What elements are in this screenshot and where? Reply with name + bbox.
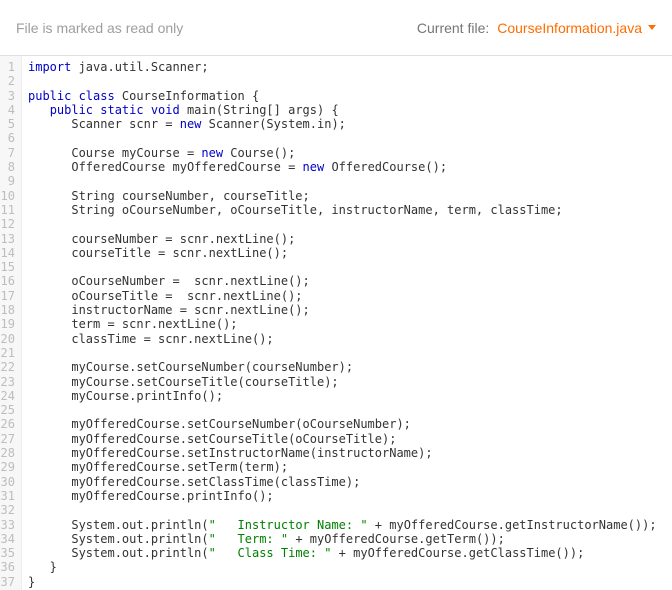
current-file-label: Current file:	[417, 20, 489, 36]
code-line	[28, 403, 657, 417]
line-number: 13	[0, 232, 15, 246]
line-number: 5	[0, 117, 15, 131]
code-line: myOfferedCourse.setTerm(term);	[28, 460, 657, 474]
line-number: 22	[0, 360, 15, 374]
code-line: Scanner scnr = new Scanner(System.in);	[28, 117, 657, 131]
code-line: myOfferedCourse.setCourseTitle(oCourseTi…	[28, 432, 657, 446]
line-number: 33	[0, 518, 15, 532]
line-number: 21	[0, 346, 15, 360]
code-line	[28, 503, 657, 517]
code-line: oCourseTitle = scnr.nextLine();	[28, 289, 657, 303]
code-line	[28, 74, 657, 88]
editor-header: File is marked as read only Current file…	[0, 0, 672, 56]
line-number: 11	[0, 203, 15, 217]
line-number: 2	[0, 74, 15, 88]
code-line: courseNumber = scnr.nextLine();	[28, 232, 657, 246]
line-number: 29	[0, 460, 15, 474]
code-line: courseTitle = scnr.nextLine();	[28, 246, 657, 260]
line-number: 8	[0, 160, 15, 174]
current-file-dropdown[interactable]: CourseInformation.java	[497, 20, 656, 36]
chevron-down-icon	[648, 25, 656, 30]
line-number: 24	[0, 389, 15, 403]
code-line: classTime = scnr.nextLine();	[28, 332, 657, 346]
code-line: myOfferedCourse.printInfo();	[28, 489, 657, 503]
code-line: System.out.println(" Class Time: " + myO…	[28, 546, 657, 560]
code-line: myOfferedCourse.setCourseNumber(oCourseN…	[28, 417, 657, 431]
line-number: 28	[0, 446, 15, 460]
line-number: 1	[0, 60, 15, 74]
code-line: instructorName = scnr.nextLine();	[28, 303, 657, 317]
line-number: 25	[0, 403, 15, 417]
line-number-gutter: 1234567891011121314151617181920212223242…	[0, 56, 22, 590]
line-number: 23	[0, 375, 15, 389]
line-number: 31	[0, 489, 15, 503]
code-line: }	[28, 560, 657, 574]
code-line: myOfferedCourse.setInstructorName(instru…	[28, 446, 657, 460]
code-line: OfferedCourse myOfferedCourse = new Offe…	[28, 160, 657, 174]
code-line: public class CourseInformation {	[28, 89, 657, 103]
line-number: 4	[0, 103, 15, 117]
line-number: 30	[0, 475, 15, 489]
line-number: 18	[0, 303, 15, 317]
line-number: 37	[0, 575, 15, 589]
code-line: myOfferedCourse.setClassTime(classTime);	[28, 475, 657, 489]
line-number: 19	[0, 317, 15, 331]
line-number: 12	[0, 217, 15, 231]
line-number: 17	[0, 289, 15, 303]
line-number: 14	[0, 246, 15, 260]
code-line	[28, 174, 657, 188]
line-number: 9	[0, 174, 15, 188]
code-line	[28, 260, 657, 274]
current-file-section: Current file: CourseInformation.java	[417, 20, 656, 36]
line-number: 32	[0, 503, 15, 517]
code-line: System.out.println(" Term: " + myOffered…	[28, 532, 657, 546]
line-number: 36	[0, 560, 15, 574]
code-line	[28, 217, 657, 231]
readonly-message: File is marked as read only	[16, 20, 183, 36]
code-line: Course myCourse = new Course();	[28, 146, 657, 160]
code-line: public static void main(String[] args) {	[28, 103, 657, 117]
code-line	[28, 346, 657, 360]
line-number: 10	[0, 189, 15, 203]
line-number: 6	[0, 131, 15, 145]
line-number: 3	[0, 89, 15, 103]
code-editor: 1234567891011121314151617181920212223242…	[0, 56, 672, 590]
code-line: myCourse.setCourseTitle(courseTitle);	[28, 375, 657, 389]
code-line: String courseNumber, courseTitle;	[28, 189, 657, 203]
code-area: import java.util.Scanner; public class C…	[22, 56, 657, 590]
line-number: 16	[0, 274, 15, 288]
code-line: import java.util.Scanner;	[28, 60, 657, 74]
line-number: 20	[0, 332, 15, 346]
line-number: 15	[0, 260, 15, 274]
code-line: term = scnr.nextLine();	[28, 317, 657, 331]
current-file-name: CourseInformation.java	[497, 20, 642, 36]
code-line: myCourse.printInfo();	[28, 389, 657, 403]
line-number: 34	[0, 532, 15, 546]
code-line: oCourseNumber = scnr.nextLine();	[28, 274, 657, 288]
line-number: 26	[0, 417, 15, 431]
line-number: 27	[0, 432, 15, 446]
line-number: 35	[0, 546, 15, 560]
code-line	[28, 131, 657, 145]
code-line: myCourse.setCourseNumber(courseNumber);	[28, 360, 657, 374]
code-line: System.out.println(" Instructor Name: " …	[28, 518, 657, 532]
code-line: }	[28, 575, 657, 589]
line-number: 7	[0, 146, 15, 160]
code-line: String oCourseNumber, oCourseTitle, inst…	[28, 203, 657, 217]
